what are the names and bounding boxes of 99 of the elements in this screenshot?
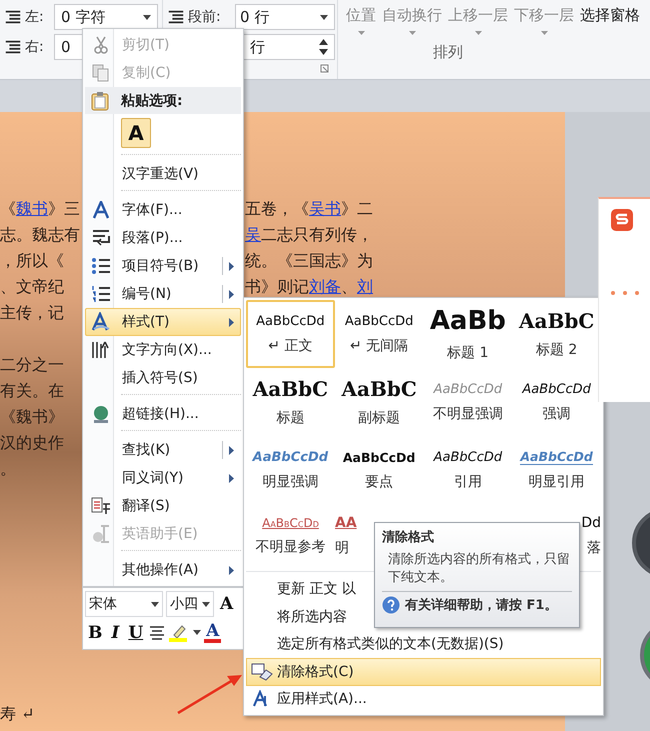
menu-item[interactable]: 段落(P)...: [85, 224, 241, 252]
menu-item[interactable]: 编号(N): [85, 280, 241, 308]
menu-item[interactable]: 汉字重选(V): [85, 160, 241, 188]
menu-item[interactable]: 清除格式(C): [246, 658, 601, 686]
style-gallery-item[interactable]: AaBb 标题 1: [424, 300, 512, 368]
style-gallery-item[interactable]: AaBbCcDd 引用: [424, 436, 512, 504]
paste-option-button[interactable]: A: [121, 118, 151, 148]
tooltip-text: 清除所选内容的所有格式，只留下纯文本。: [388, 551, 571, 587]
text-direction-icon: [91, 340, 111, 360]
caret-icon: [408, 31, 416, 35]
style-gallery-item[interactable]: AaBbCcDd 明显强调: [246, 436, 335, 504]
style-gallery-item[interactable]: AaBbC 副标题: [334, 368, 424, 436]
menu-item[interactable]: 项目符号(B): [85, 252, 241, 280]
indent-icon: [4, 39, 22, 55]
document-text: 、文帝纪: [0, 278, 64, 296]
document-text: 有关。在: [0, 382, 64, 400]
field-label: 段前:: [188, 8, 222, 26]
copy-icon: [92, 64, 110, 82]
menu-item[interactable]: 超链接(H)...: [85, 400, 241, 428]
caret-icon: [202, 602, 210, 607]
document-text: 统。《三国志》为: [245, 252, 373, 270]
submenu-arrow-icon: [229, 318, 234, 326]
submenu-arrow-icon: [229, 566, 234, 574]
indent-icon: [4, 9, 22, 25]
style-gallery-item[interactable]: AaBbCcDd ↵ 正文: [246, 300, 335, 368]
style-gallery-item[interactable]: AaBbCcDd 强调: [512, 368, 601, 436]
caret-icon: [540, 31, 548, 35]
align-center-icon[interactable]: [149, 626, 166, 640]
caret-icon: [358, 31, 364, 35]
style-gallery-item[interactable]: AaBbCcDd 明显引用: [512, 436, 601, 504]
clipboard-icon: [91, 90, 109, 110]
document-text: 志。魏志有: [0, 226, 80, 244]
document-text: 五卷，《吴书》二: [245, 200, 373, 218]
field-label: 右:: [25, 38, 45, 56]
document-text: ，所以《: [0, 252, 64, 270]
tooltip-title: 清除格式: [382, 529, 435, 546]
style-gallery-item[interactable]: AaBbC 标题: [246, 368, 335, 436]
grow-font-button[interactable]: A: [217, 594, 236, 614]
assistant-icon: [91, 524, 111, 544]
paragraph-icon: [91, 229, 111, 247]
document-text: 《魏书》三: [0, 200, 80, 218]
numbered-list-icon: [91, 285, 111, 303]
bold-button[interactable]: B: [85, 622, 106, 643]
menu-item[interactable]: 翻译(S): [85, 492, 241, 520]
globe-link-icon: [91, 404, 111, 424]
document-text: 。: [0, 460, 16, 478]
style-gallery-item[interactable]: AaBbCcDd 要点: [334, 436, 424, 504]
caret-icon: [193, 630, 202, 636]
spinner-arrows-icon: [319, 38, 328, 56]
spacing-field[interactable]: 0 行: [235, 4, 335, 30]
underline-button[interactable]: U: [125, 622, 146, 643]
ime-logo-icon: [611, 209, 633, 231]
document-text: 二分之一: [0, 356, 64, 374]
menu-item[interactable]: 其他操作(A): [85, 556, 241, 584]
spacing-icon: [167, 9, 185, 25]
document-text: 主传，记: [0, 304, 64, 322]
arrange-button[interactable]: 选择窗格: [580, 6, 640, 35]
menu-item[interactable]: 样式(T): [85, 308, 241, 336]
submenu-arrow-icon: [229, 446, 234, 454]
font-color-button[interactable]: A: [204, 622, 222, 643]
scissors-icon: [93, 36, 109, 54]
menu-item[interactable]: 文字方向(X)...: [85, 336, 241, 364]
menu-item[interactable]: 插入符号(S): [85, 364, 241, 392]
menu-item[interactable]: 字体(F)...: [85, 196, 241, 224]
submenu-arrow-icon: [229, 262, 234, 270]
document-text: 吴二志只有列传，: [245, 226, 373, 244]
submenu-arrow-icon: [229, 474, 234, 482]
eraser-icon: [251, 662, 273, 681]
style-gallery-item[interactable]: AaBbCcDd 不明显强调: [424, 368, 512, 436]
menu-item[interactable]: 查找(K): [85, 436, 241, 464]
caret-icon: [151, 602, 159, 607]
italic-button[interactable]: I: [108, 622, 122, 643]
group-label: 排列: [433, 43, 463, 62]
help-icon: [382, 596, 400, 614]
caret-icon: [320, 14, 328, 20]
document-text: 寿 ↵: [0, 704, 34, 725]
bullet-list-icon: [91, 257, 111, 275]
help-text: 有关详细帮助，请按 F1。: [405, 596, 558, 614]
menu-item[interactable]: 选定所有格式类似的文本(无数据)(S): [246, 630, 601, 658]
menu-header: 粘贴选项:: [121, 92, 183, 110]
font-icon: [93, 201, 109, 219]
document-text: 《魏书》: [0, 408, 64, 426]
submenu-arrow-icon: [229, 290, 234, 298]
caret-icon: [474, 31, 482, 35]
document-text: 书》则记刘备、刘: [245, 278, 373, 296]
translate-icon: [91, 496, 111, 516]
menu-item[interactable]: 应用样式(A)...: [246, 686, 601, 713]
style-gallery-item[interactable]: AaBbC 标题 2: [512, 300, 601, 368]
menu-item[interactable]: 同义词(Y): [85, 464, 241, 492]
caret-icon: [143, 14, 151, 20]
font-size-dropdown[interactable]: 小四: [166, 591, 214, 618]
dialog-launcher-icon[interactable]: [320, 64, 329, 73]
field-label: 左:: [25, 8, 45, 26]
styles-icon: [91, 312, 111, 332]
font-name-dropdown[interactable]: 宋体: [85, 591, 163, 618]
indent-field[interactable]: 0 字符: [54, 4, 158, 30]
style-gallery-item[interactable]: AaBbCcDd 不明显参考: [246, 504, 335, 569]
style-gallery-item[interactable]: AaBbCcDd ↵ 无间隔: [334, 300, 424, 368]
document-text: 汉的史作: [0, 434, 64, 452]
